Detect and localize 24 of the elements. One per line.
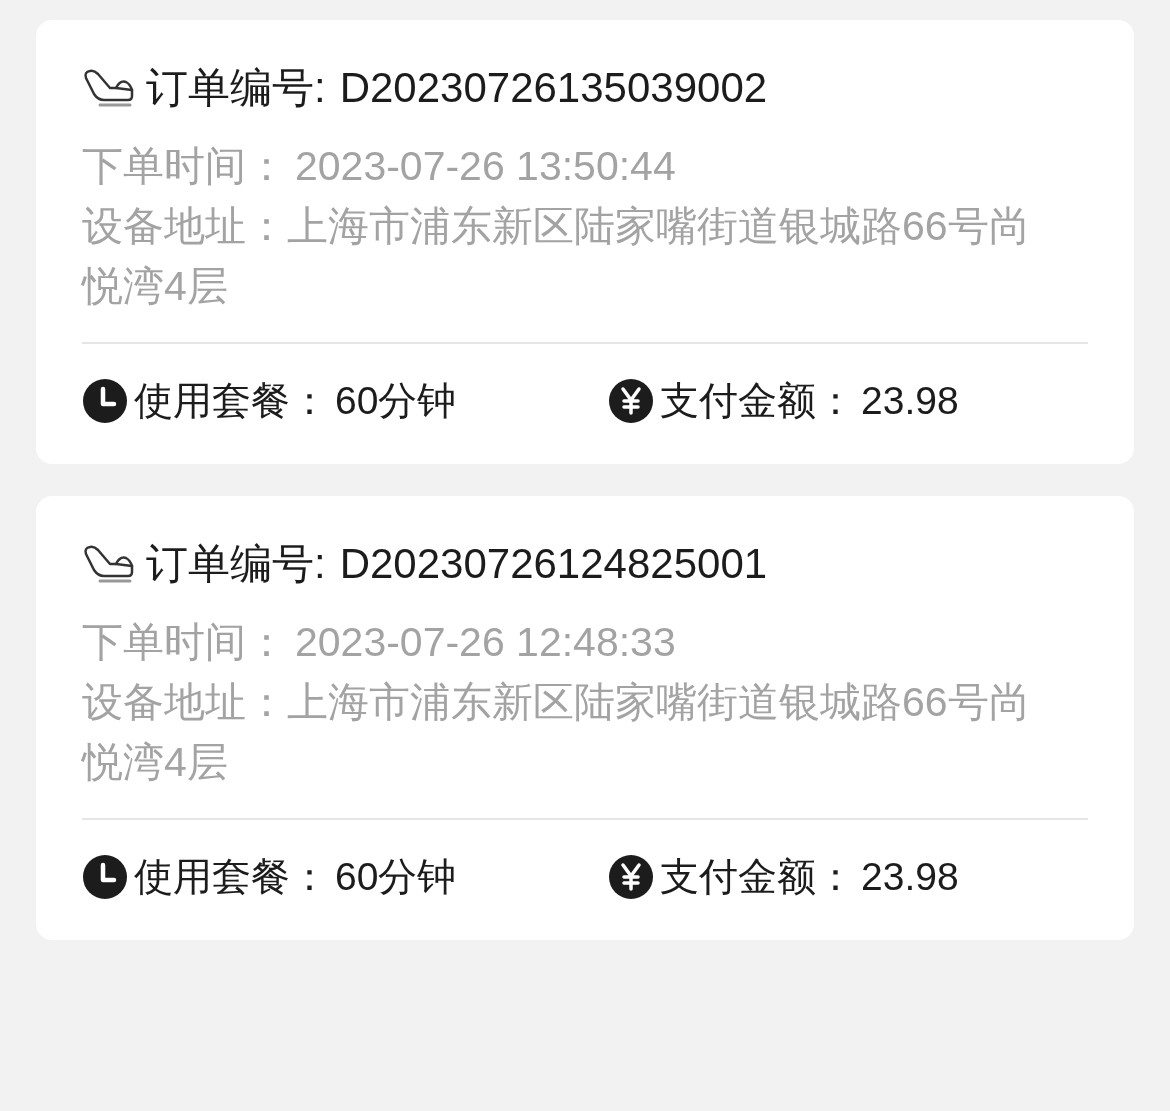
amount-label: 支付金额： [660, 378, 855, 424]
amount-label: 支付金额： [660, 854, 855, 900]
order-number: D20230726124825001 [339, 539, 768, 589]
order-number: D20230726135039002 [339, 63, 768, 113]
amount-value: 23.98 [861, 854, 959, 900]
order-time-label: 下单时间： [82, 142, 287, 191]
order-time: 2023-07-26 12:48:33 [295, 618, 676, 667]
order-time: 2023-07-26 13:50:44 [295, 142, 676, 191]
package-value: 60分钟 [335, 378, 457, 424]
chair-icon [82, 68, 136, 108]
clock-icon [82, 854, 128, 900]
package-label: 使用套餐： [134, 854, 329, 900]
address-text: 设备地址：上海市浦东新区陆家嘴街道银城路66号尚悦湾4层 [82, 678, 1031, 787]
yen-icon [608, 378, 654, 424]
chair-icon [82, 544, 136, 584]
package-label: 使用套餐： [134, 378, 329, 424]
package-value: 60分钟 [335, 854, 457, 900]
order-number-label: 订单编号: [146, 63, 326, 113]
order-time-label: 下单时间： [82, 618, 287, 667]
amount-value: 23.98 [861, 378, 959, 424]
order-number-label: 订单编号: [146, 539, 326, 589]
yen-icon [608, 854, 654, 900]
address-text: 设备地址：上海市浦东新区陆家嘴街道银城路66号尚悦湾4层 [82, 202, 1031, 311]
clock-icon [82, 378, 128, 424]
